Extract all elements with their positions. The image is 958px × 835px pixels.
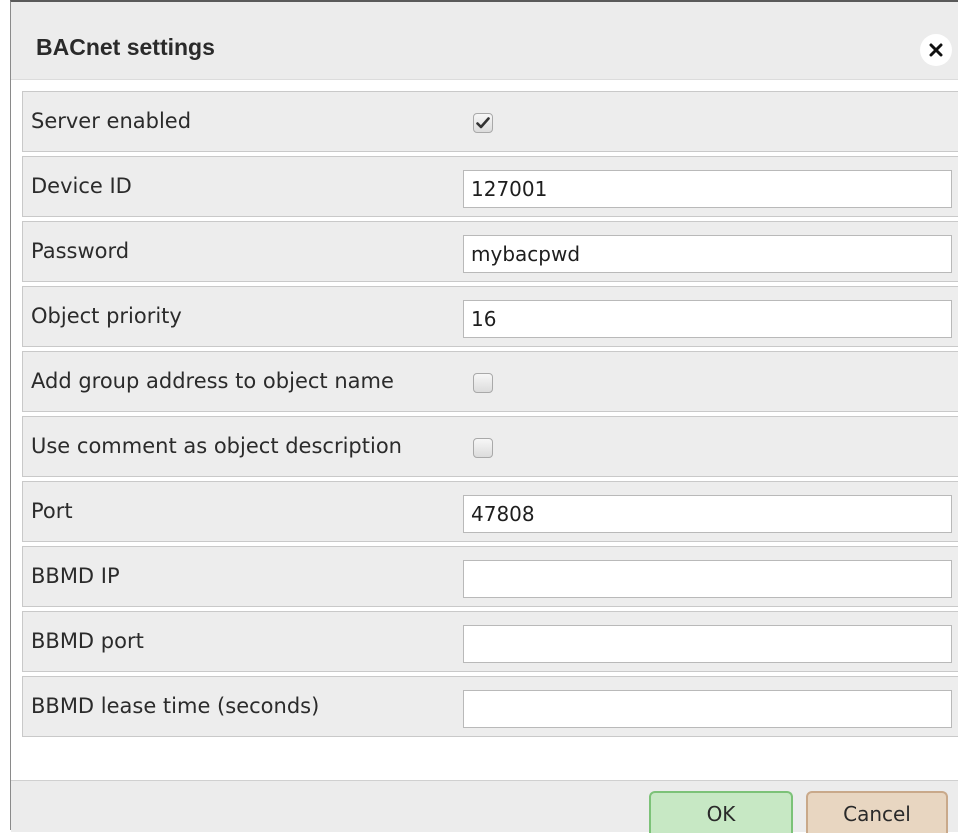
bbmd-port-input[interactable] xyxy=(463,625,952,663)
close-button[interactable] xyxy=(920,34,952,66)
cancel-button[interactable]: Cancel xyxy=(806,791,948,833)
setting-row-bbmd-port: BBMD port xyxy=(22,611,958,672)
setting-row-use-comment: Use comment as object description xyxy=(22,416,958,477)
port-input[interactable] xyxy=(463,495,952,533)
ok-button[interactable]: OK xyxy=(649,791,793,833)
bbmd-ip-input[interactable] xyxy=(463,560,952,598)
bbmd-lease-time-label: BBMD lease time (seconds) xyxy=(31,694,320,718)
dialog-titlebar: BACnet settings xyxy=(11,2,958,80)
setting-row-add-group-address: Add group address to object name xyxy=(22,351,958,412)
bbmd-lease-time-input[interactable] xyxy=(463,690,952,728)
setting-row-server-enabled: Server enabled xyxy=(22,91,958,152)
setting-row-object-priority: Object priority xyxy=(22,286,958,347)
add-group-address-checkbox[interactable] xyxy=(473,373,493,393)
device-id-label: Device ID xyxy=(31,174,132,198)
setting-row-bbmd-lease-time: BBMD lease time (seconds) xyxy=(22,676,958,737)
bbmd-port-label: BBMD port xyxy=(31,629,144,653)
use-comment-checkbox[interactable] xyxy=(473,438,493,458)
settings-form: Server enabled Device ID Password Object pr… xyxy=(22,91,958,741)
bacnet-settings-dialog: BACnet settings Server enabled Device ID P… xyxy=(10,0,958,833)
object-priority-input[interactable] xyxy=(463,300,952,338)
object-priority-label: Object priority xyxy=(31,304,182,328)
setting-row-port: Port xyxy=(22,481,958,542)
setting-row-bbmd-ip: BBMD IP xyxy=(22,546,958,607)
close-icon xyxy=(929,43,943,57)
bbmd-ip-label: BBMD IP xyxy=(31,564,120,588)
add-group-address-label: Add group address to object name xyxy=(31,369,394,393)
use-comment-label: Use comment as object description xyxy=(31,434,402,458)
port-label: Port xyxy=(31,499,73,523)
server-enabled-checkbox[interactable] xyxy=(473,113,493,133)
setting-row-password: Password xyxy=(22,221,958,282)
password-input[interactable] xyxy=(463,235,952,273)
device-id-input[interactable] xyxy=(463,170,952,208)
checkmark-icon xyxy=(476,117,490,129)
setting-row-device-id: Device ID xyxy=(22,156,958,217)
server-enabled-label: Server enabled xyxy=(31,109,192,133)
dialog-title: BACnet settings xyxy=(36,34,215,60)
password-label: Password xyxy=(31,239,130,263)
dialog-footer: OK Cancel xyxy=(11,780,958,833)
